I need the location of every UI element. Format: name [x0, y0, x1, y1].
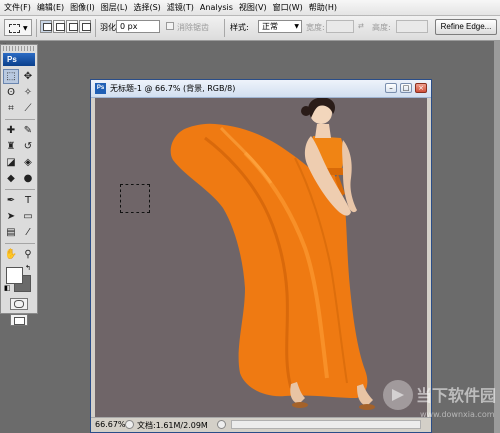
zoom-tool-icon[interactable]: ⚲ — [20, 247, 36, 262]
crop-tool-icon[interactable]: ⌗ — [3, 101, 19, 116]
add-to-selection-button[interactable] — [53, 20, 65, 33]
menu-bar: 文件(F) 编辑(E) 图像(I) 图层(L) 选择(S) 滤镜(T) Anal… — [0, 0, 500, 16]
height-label: 高度: — [372, 23, 391, 32]
lasso-tool-icon[interactable]: ʘ — [3, 85, 19, 100]
new-selection-icon — [43, 23, 52, 31]
eyedropper-tool-icon[interactable]: ⁄ — [20, 225, 36, 240]
menu-help[interactable]: 帮助(H) — [306, 0, 340, 15]
magic-wand-tool-icon[interactable]: ✧ — [20, 85, 36, 100]
watermark-url: www.downxia.com — [420, 410, 495, 419]
swap-colors-icon[interactable]: ↰ — [25, 264, 31, 272]
document-titlebar[interactable]: Ps 无标题-1 @ 66.7% (背景, RGB/8) – □ × — [91, 80, 431, 98]
intersect-selection-button[interactable] — [79, 20, 91, 33]
tool-preset-picker[interactable]: ▼ — [4, 19, 32, 36]
toolbox: Ps ⬚ ✥ ʘ ✧ ⌗ ⟋ ✚ ✎ ♜ ↺ ◪ ◈ ◆ ● ✒ T ➤ ▭ ▤ ⁄ ✋ ⚲ ↰ ◧ — [0, 44, 38, 326]
divider — [95, 19, 96, 37]
status-menu-icon[interactable] — [217, 420, 226, 429]
add-selection-icon — [56, 23, 65, 31]
blur-tool-icon[interactable]: ◆ — [3, 171, 19, 186]
new-selection-button[interactable] — [40, 20, 52, 33]
color-swatches: ↰ ◧ — [1, 264, 37, 294]
watermark-logo: 当下软件园 www.downxia.com — [383, 380, 496, 419]
style-select[interactable]: 正常 ▼ — [258, 20, 302, 33]
dodge-tool-icon[interactable]: ● — [20, 171, 36, 186]
menu-filter[interactable]: 滤镜(T) — [164, 0, 197, 15]
divider — [224, 19, 225, 37]
antialias-checkbox[interactable] — [166, 22, 174, 30]
watermark-brand: 当下软件园 — [416, 386, 496, 405]
menu-analysis[interactable]: Analysis — [197, 0, 236, 15]
path-selection-tool-icon[interactable]: ➤ — [3, 209, 19, 224]
height-input[interactable] — [396, 20, 428, 33]
refine-edge-button[interactable]: Refine Edge... — [435, 19, 497, 35]
marquee-selection[interactable] — [120, 184, 150, 213]
toolbox-divider — [5, 119, 35, 120]
subtract-selection-button[interactable] — [66, 20, 78, 33]
toolbox-divider — [5, 243, 35, 244]
options-bar: ▼ 羽化: 0 px 消除锯齿 样式: 正常 ▼ 宽度: ⇄ 高度: Refin… — [0, 16, 500, 41]
chevron-down-icon: ▼ — [23, 25, 28, 32]
close-button[interactable]: × — [415, 83, 427, 93]
toolbox-grip[interactable] — [3, 46, 35, 51]
brush-tool-icon[interactable]: ✎ — [20, 123, 36, 138]
ps-document-icon: Ps — [95, 83, 106, 94]
screen-mode-icon — [14, 317, 25, 325]
rect-marquee-tool-icon[interactable]: ⬚ — [3, 69, 19, 84]
paint-bucket-tool-icon[interactable]: ◈ — [20, 155, 36, 170]
quick-mask-icon — [14, 300, 24, 308]
menu-image[interactable]: 图像(I) — [67, 0, 98, 15]
width-input[interactable] — [326, 20, 354, 33]
hand-tool-icon[interactable]: ✋ — [3, 247, 19, 262]
minimize-button[interactable]: – — [385, 83, 397, 93]
feather-input[interactable]: 0 px — [116, 20, 160, 33]
menu-layer[interactable]: 图层(L) — [98, 0, 131, 15]
pen-tool-icon[interactable]: ✒ — [3, 193, 19, 208]
ps-logo: Ps — [3, 53, 35, 66]
move-tool-icon[interactable]: ✥ — [20, 69, 36, 84]
notes-tool-icon[interactable]: ▤ — [3, 225, 19, 240]
divider — [36, 19, 37, 37]
eraser-tool-icon[interactable]: ◪ — [3, 155, 19, 170]
photo-layer — [170, 98, 375, 410]
image-canvas[interactable] — [95, 98, 427, 419]
quick-mask-button[interactable] — [10, 298, 28, 310]
intersect-selection-icon — [82, 23, 91, 31]
clone-stamp-tool-icon[interactable]: ♜ — [3, 139, 19, 154]
healing-brush-tool-icon[interactable]: ✚ — [3, 123, 19, 138]
style-select-value: 正常 — [262, 22, 278, 31]
style-label: 样式: — [230, 23, 249, 32]
document-title: 无标题-1 @ 66.7% (背景, RGB/8) — [110, 84, 236, 93]
history-brush-tool-icon[interactable]: ↺ — [20, 139, 36, 154]
type-tool-icon[interactable]: T — [20, 193, 36, 208]
default-colors-icon[interactable]: ◧ — [4, 284, 11, 292]
antialias-label: 消除锯齿 — [177, 23, 209, 32]
menu-view[interactable]: 视图(V) — [236, 0, 270, 15]
document-size: 文档:1.61M/2.09M — [137, 421, 208, 430]
screen-mode-button[interactable] — [10, 314, 28, 326]
menu-file[interactable]: 文件(F) — [0, 0, 34, 15]
marquee-icon — [9, 24, 20, 33]
foreground-color-swatch[interactable] — [6, 267, 23, 284]
menu-edit[interactable]: 编辑(E) — [34, 0, 67, 15]
tool-grid: ⬚ ✥ ʘ ✧ ⌗ ⟋ ✚ ✎ ♜ ↺ ◪ ◈ ◆ ● ✒ T ➤ ▭ ▤ ⁄ ✋ ⚲ — [1, 69, 37, 262]
slice-tool-icon[interactable]: ⟋ — [20, 101, 36, 116]
shape-tool-icon[interactable]: ▭ — [20, 209, 36, 224]
subtract-selection-icon — [69, 23, 78, 31]
status-info-icon[interactable] — [125, 420, 134, 429]
maximize-button[interactable]: □ — [400, 83, 412, 93]
menu-select[interactable]: 选择(S) — [130, 0, 163, 15]
toolbox-divider — [5, 189, 35, 190]
menu-window[interactable]: 窗口(W) — [270, 0, 306, 15]
swap-icon[interactable]: ⇄ — [358, 22, 364, 30]
chevron-down-icon: ▼ — [294, 23, 299, 30]
width-label: 宽度: — [306, 23, 325, 32]
zoom-level[interactable]: 66.67% — [95, 420, 126, 429]
